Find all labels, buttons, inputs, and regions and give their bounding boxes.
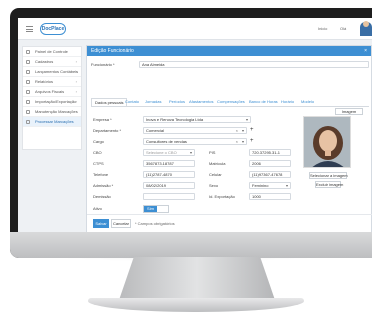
empresa-label: Empresa * [93, 117, 112, 122]
monitor-chin [10, 232, 372, 258]
tab-compensacoes[interactable]: Compensações [217, 98, 245, 106]
delete-image-button[interactable]: Excluir imagem [315, 181, 343, 188]
telefone-field[interactable]: (11)2787-4870 [143, 171, 195, 178]
matricula-field[interactable]: 2006 [249, 160, 291, 167]
transfer-icon [26, 100, 30, 104]
id-exportacao-field[interactable]: 1000 [249, 193, 291, 200]
ctps-label: CTPS [93, 161, 104, 166]
sexo-select[interactable]: Feminino ▾ [249, 182, 291, 189]
matricula-label: Matrícula [209, 161, 226, 166]
sidebar-item-manutencao[interactable]: Manutenção Marcações [23, 107, 81, 117]
chevron-right-icon: › [75, 69, 77, 74]
tab-jornadas[interactable]: Jornadas [145, 98, 161, 106]
app-screen: DocPlace Inicio Olá Painel de Controle C… [18, 18, 372, 232]
employee-edit-dialog: Edição Funcionário × Funcionário * Ana A… [86, 45, 372, 232]
sidebar-item-lancamentos[interactable]: Lançamentos Contábeis › [23, 67, 81, 77]
add-cargo-icon[interactable]: + [250, 138, 254, 145]
chevron-down-icon: ▾ [189, 150, 192, 155]
clear-icon[interactable]: × [236, 139, 238, 144]
celular-field[interactable]: (11)97367-47678 [249, 171, 291, 178]
tab-banco-de-horas[interactable]: Banco de Horas [249, 98, 278, 106]
greeting-text: Olá [340, 26, 347, 31]
dialog-title: Edição Funcionário [91, 48, 134, 54]
user-avatar[interactable] [360, 21, 372, 36]
cbo-label: CBO [93, 150, 102, 155]
ativo-toggle[interactable]: Sim [143, 205, 169, 213]
sidebar-item-relatorios[interactable]: Relatórios › [23, 77, 81, 87]
top-bar: DocPlace Inicio Olá [18, 18, 372, 40]
save-button[interactable]: Salvar [93, 219, 109, 228]
required-fields-note: * Campos obrigatórios [135, 221, 175, 226]
tab-modelo[interactable]: Modelo [301, 98, 314, 106]
clear-icon[interactable]: × [236, 128, 238, 133]
sidebar-item-importacao[interactable]: Importação/Exportação › [23, 97, 81, 107]
sidebar-item-arquivos[interactable]: Arquivos Fiscais › [23, 87, 81, 97]
pis-label: PIS [209, 150, 216, 155]
select-image-button[interactable]: Selecionar a imagem [309, 172, 348, 179]
add-departamento-icon[interactable]: + [250, 127, 254, 134]
chevron-down-icon: ▾ [241, 139, 244, 144]
file-icon [26, 90, 30, 94]
ativo-label: Ativo [93, 206, 102, 211]
departamento-label: Departamento * [93, 128, 122, 133]
id-exportacao-label: Id. Exportação [209, 194, 235, 199]
chevron-right-icon: › [75, 79, 77, 84]
celular-label: Celular [209, 172, 222, 177]
cancel-button[interactable]: Cancelar [111, 219, 131, 228]
tab-contato[interactable]: Contato [125, 98, 139, 106]
tab-divider [91, 106, 369, 107]
tab-afastamentos[interactable]: Afastamentos [189, 98, 213, 106]
cbo-select[interactable]: Selecione o CBO ▾ [143, 149, 195, 156]
monitor-base [88, 298, 304, 312]
employee-portrait [304, 117, 350, 167]
pis-field[interactable]: 720.37295.31-1 [249, 149, 291, 156]
funcionario-field[interactable]: Ana Almeida [139, 61, 369, 68]
menu-icon[interactable] [26, 26, 33, 32]
ledger-icon [26, 70, 30, 74]
tab-dados-pessoais[interactable]: Dados pessoais [91, 98, 128, 106]
admissao-label: Admissão * [93, 183, 114, 188]
employee-photo [303, 116, 351, 168]
home-link[interactable]: Inicio [318, 26, 327, 31]
empresa-select[interactable]: Inova e Renova Tecnologia Ltda ▾ [143, 116, 251, 123]
report-icon [26, 80, 30, 84]
footer-divider [87, 214, 372, 215]
demissao-field[interactable] [143, 193, 195, 200]
chevron-down-icon: ▾ [285, 183, 288, 188]
ctps-field[interactable]: 3567873.18787 [143, 160, 195, 167]
sexo-label: Sexo [209, 183, 219, 188]
cargo-label: Cargo [93, 139, 104, 144]
monitor-stand [118, 257, 276, 303]
dialog-header: Edição Funcionário × [87, 46, 371, 56]
sidebar-item-painel[interactable]: Painel de Controle [23, 47, 81, 57]
admissao-field[interactable]: 08/02/2019 [143, 182, 195, 189]
chevron-down-icon: ▾ [241, 128, 244, 133]
demissao-label: Demissão [93, 194, 111, 199]
app-logo[interactable]: DocPlace [40, 23, 66, 35]
chevron-right-icon: › [75, 59, 77, 64]
chevron-right-icon: › [75, 89, 77, 94]
cargo-select[interactable]: Consultores de vendas × ▾ [143, 138, 247, 145]
telefone-label: Telefone [93, 172, 109, 177]
sidebar: Painel de Controle Cadastros › Lançamento… [22, 46, 82, 150]
sidebar-item-cadastros[interactable]: Cadastros › [23, 57, 81, 67]
departamento-select[interactable]: Comercial × ▾ [143, 127, 247, 134]
imagem-label: Imagem [335, 108, 363, 115]
dashboard-icon [26, 50, 30, 54]
close-icon[interactable]: × [364, 46, 367, 56]
process-icon [26, 120, 30, 124]
sidebar-item-processar[interactable]: Processar Marcações [23, 117, 81, 127]
chevron-right-icon: › [75, 99, 77, 104]
tab-horario[interactable]: Horário [281, 98, 294, 106]
wrench-icon [26, 110, 30, 114]
funcionario-label: Funcionário * [91, 62, 115, 67]
chevron-down-icon: ▾ [245, 117, 248, 122]
tab-periodos[interactable]: Períodos [169, 98, 185, 106]
pencil-icon [26, 60, 30, 64]
